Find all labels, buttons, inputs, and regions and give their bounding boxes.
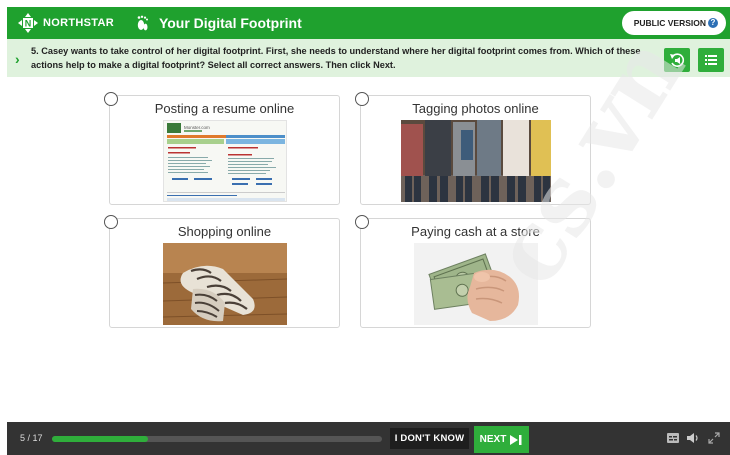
- brand-name: NORTHSTAR: [43, 17, 114, 29]
- option-shopping-online[interactable]: Shopping online: [104, 215, 340, 328]
- app-title: Your Digital Footprint: [158, 15, 302, 31]
- skip-forward-icon: [510, 434, 522, 445]
- help-icon: ?: [708, 18, 718, 28]
- resume-screenshot-image: Monster.com: [163, 120, 287, 202]
- option-posting-resume[interactable]: Posting a resume online Monster.com: [104, 92, 340, 205]
- i-dont-know-button[interactable]: I DON'T KNOW: [390, 428, 469, 449]
- resume-page-illustration: Monster.com: [164, 121, 286, 201]
- northstar-logo: N NORTHSTAR: [17, 12, 114, 34]
- footprint-icon: [137, 15, 148, 31]
- next-button-label: NEXT: [479, 434, 507, 445]
- footer-bar: 5 / 17 I DON'T KNOW NEXT: [7, 422, 730, 455]
- app-frame: N NORTHSTAR Your Digital Footprint PUBLI…: [0, 0, 730, 455]
- resume-site-name: Monster.com: [184, 125, 210, 130]
- fullscreen-icon[interactable]: [707, 431, 721, 445]
- socks-photo-image: [163, 243, 287, 325]
- next-button[interactable]: NEXT: [474, 426, 529, 453]
- wool-socks-illustration: [163, 243, 287, 325]
- captions-icon[interactable]: [666, 431, 680, 445]
- list-menu-icon: [705, 55, 717, 65]
- option-label: Posting a resume online: [154, 101, 295, 116]
- progress-bar: [52, 436, 382, 442]
- chevron-right-icon[interactable]: ›: [15, 51, 20, 67]
- menu-button[interactable]: [698, 48, 724, 72]
- public-version-label: PUBLIC VERSION: [633, 18, 706, 28]
- question-text: 5. Casey wants to take control of her di…: [31, 46, 641, 70]
- svg-text:N: N: [25, 19, 32, 29]
- option-label: Shopping online: [177, 224, 272, 239]
- public-version-button[interactable]: PUBLIC VERSION ?: [621, 11, 726, 35]
- progress-counter: 5 / 17: [20, 433, 43, 443]
- compass-logo-icon: N: [18, 13, 38, 33]
- progress-bar-fill: [52, 436, 148, 442]
- volume-icon[interactable]: [686, 431, 700, 445]
